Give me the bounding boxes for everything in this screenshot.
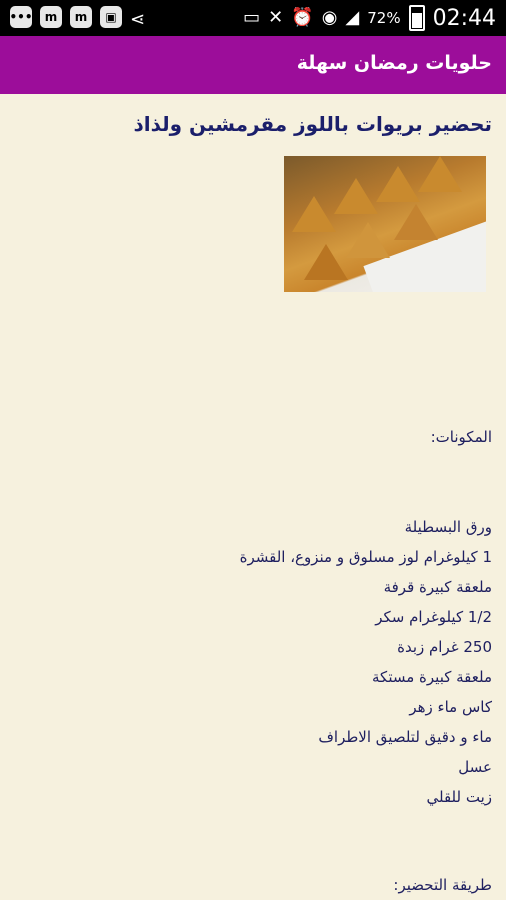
alarm-icon: ⏰ [291,7,314,28]
pastry-triangle [418,156,462,192]
status-bar: ••• m m ▣ ⋖ ▭ ✕ ⏰ ◉ ◢ 72% 02:44 [0,0,506,36]
list-item: ملعقة كبيرة قرفة [383,578,492,596]
recipe-photo [284,156,486,292]
list-item: زيت للقلي [426,788,492,806]
pastry-triangle [292,196,336,232]
app-title: حلويات رمضان سهلة [296,52,492,74]
list-item: ماء و دقيق لتلصيق الاطراف [318,728,492,746]
notification-icon: ••• [10,6,33,28]
list-item: عسل [458,758,492,776]
list-item: ملعقة كبيرة مستكة [372,668,492,686]
list-item: 1 كيلوغرام لوز مسلوق و منزوع، القشرة [239,548,492,566]
ingredients-heading: المكونات: [430,428,492,446]
list-item: كاس ماء زهر [409,698,492,716]
ingredients-list: ورق البسطيلة 1 كيلوغرام لوز مسلوق و منزو… [240,512,492,812]
bag-icon: ▣ [100,6,122,28]
pastry-triangle [346,222,390,258]
messenger-icon: m [70,6,92,28]
pastry-triangle [304,244,348,280]
clock: 02:44 [432,5,496,31]
battery-percent: 72% [367,9,401,27]
pastry-triangle [376,166,420,202]
list-item: 1/2 كيلوغرام سكر [375,608,492,626]
system-icons: ▭ ✕ ⏰ ◉ ◢ 72% 02:44 [243,4,496,32]
notification-icons: ••• m m ▣ ⋖ [10,6,145,34]
mute-icon: ✕ [268,7,284,28]
pastry-triangle [334,178,378,214]
article-content[interactable]: تحضير بريوات باللوز مقرمشين ولذاذ المكون… [0,94,506,900]
share-icon: ⋖ [130,9,146,30]
pastry-triangle [394,204,438,240]
cast-icon: ▭ [243,7,261,28]
method-heading: طريقة التحضير: [393,876,492,894]
messenger-icon: m [40,6,62,28]
wifi-icon: ◉ [321,7,338,28]
article-title: تحضير بريوات باللوز مقرمشين ولذاذ [133,112,492,136]
list-item: 250 غرام زبدة [397,638,492,656]
battery-icon [408,5,425,31]
app-bar: حلويات رمضان سهلة [0,36,506,94]
list-item: ورق البسطيلة [404,518,492,536]
signal-icon: ◢ [345,7,360,28]
